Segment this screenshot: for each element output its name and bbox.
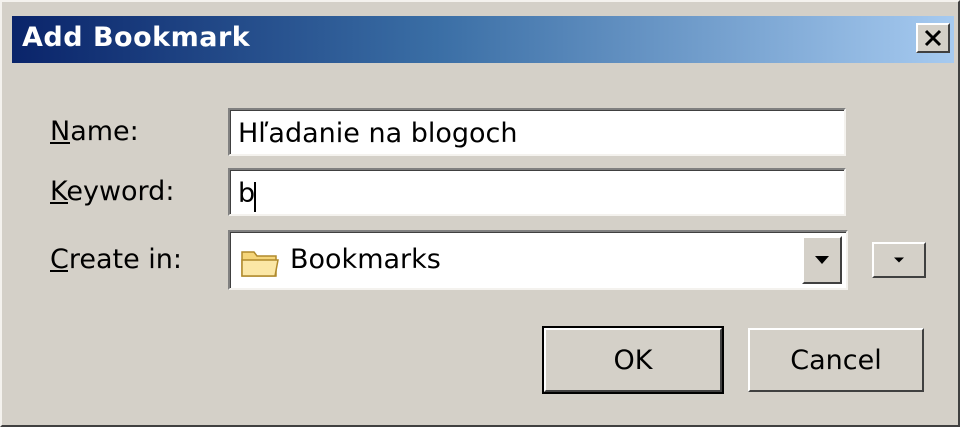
name-field-box[interactable] bbox=[228, 108, 846, 156]
name-mnemonic-underline bbox=[50, 142, 70, 144]
create-in-select[interactable]: Bookmarks bbox=[228, 230, 848, 290]
add-bookmark-dialog: Add Bookmark Name: Keyword: Create in: B… bbox=[0, 0, 960, 427]
create-in-mnemonic-underline bbox=[50, 270, 68, 272]
close-button[interactable] bbox=[916, 23, 950, 53]
text-caret bbox=[254, 182, 256, 212]
keyword-label: Keyword: bbox=[50, 176, 175, 207]
name-label: Name: bbox=[50, 116, 139, 147]
name-input[interactable] bbox=[238, 116, 828, 150]
close-icon bbox=[924, 29, 942, 47]
keyword-mnemonic-underline bbox=[50, 202, 68, 204]
dialog-title: Add Bookmark bbox=[22, 22, 251, 53]
keyword-field-box[interactable] bbox=[228, 168, 846, 216]
create-in-selected-value: Bookmarks bbox=[290, 244, 441, 275]
title-bar[interactable]: Add Bookmark bbox=[12, 16, 954, 63]
cancel-button[interactable]: Cancel bbox=[748, 328, 924, 392]
chevron-down-icon bbox=[815, 256, 829, 264]
create-in-label: Create in: bbox=[50, 244, 183, 275]
create-in-dropdown-button[interactable] bbox=[802, 236, 842, 284]
ok-button[interactable]: OK bbox=[542, 326, 724, 394]
chevron-down-icon bbox=[894, 257, 904, 263]
expand-folders-button[interactable] bbox=[872, 242, 926, 278]
keyword-input[interactable] bbox=[238, 176, 828, 210]
folder-icon bbox=[241, 251, 279, 277]
